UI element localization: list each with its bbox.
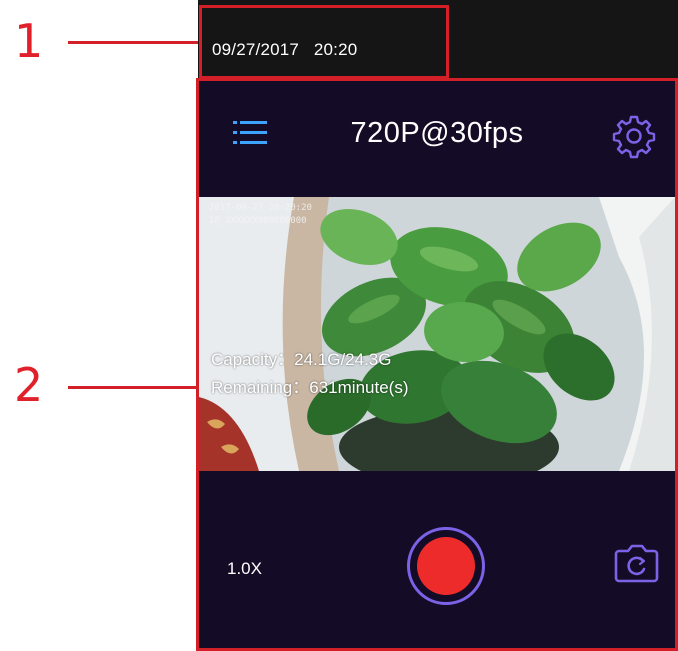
- camera-switch-button[interactable]: [613, 541, 659, 585]
- callout-box-1: [199, 5, 449, 79]
- camera-preview[interactable]: 2017-09-27 20:20:20 IP_XXXXXX000000000 C…: [199, 197, 675, 471]
- resolution-title[interactable]: 720P@30fps: [199, 117, 675, 150]
- capacity-text: Capacity：24.1G/24.3G: [211, 350, 392, 369]
- record-button[interactable]: [407, 527, 485, 605]
- osd-device-id: IP_XXXXXX000000000: [209, 216, 307, 226]
- bottom-controls: 1.0X: [199, 471, 675, 648]
- osd-timestamp: 2017-09-27 20:20:20: [209, 203, 312, 213]
- callout-number-2: 2: [14, 358, 44, 412]
- settings-button[interactable]: [611, 113, 657, 159]
- callout-line-2: [68, 386, 196, 389]
- callout-line-1: [68, 41, 198, 44]
- app-panel: 720P@30fps 2017-09-27 20:20:20 IP_XXXXXX…: [196, 78, 678, 651]
- record-icon: [417, 537, 475, 595]
- zoom-level[interactable]: 1.0X: [227, 559, 262, 579]
- preview-image: [199, 197, 675, 471]
- gear-icon: [612, 115, 656, 159]
- top-bar: 720P@30fps: [199, 81, 675, 197]
- remaining-text: Remaining：631minute(s): [211, 378, 409, 397]
- callout-number-1: 1: [14, 14, 44, 68]
- camera-switch-icon: [614, 544, 659, 583]
